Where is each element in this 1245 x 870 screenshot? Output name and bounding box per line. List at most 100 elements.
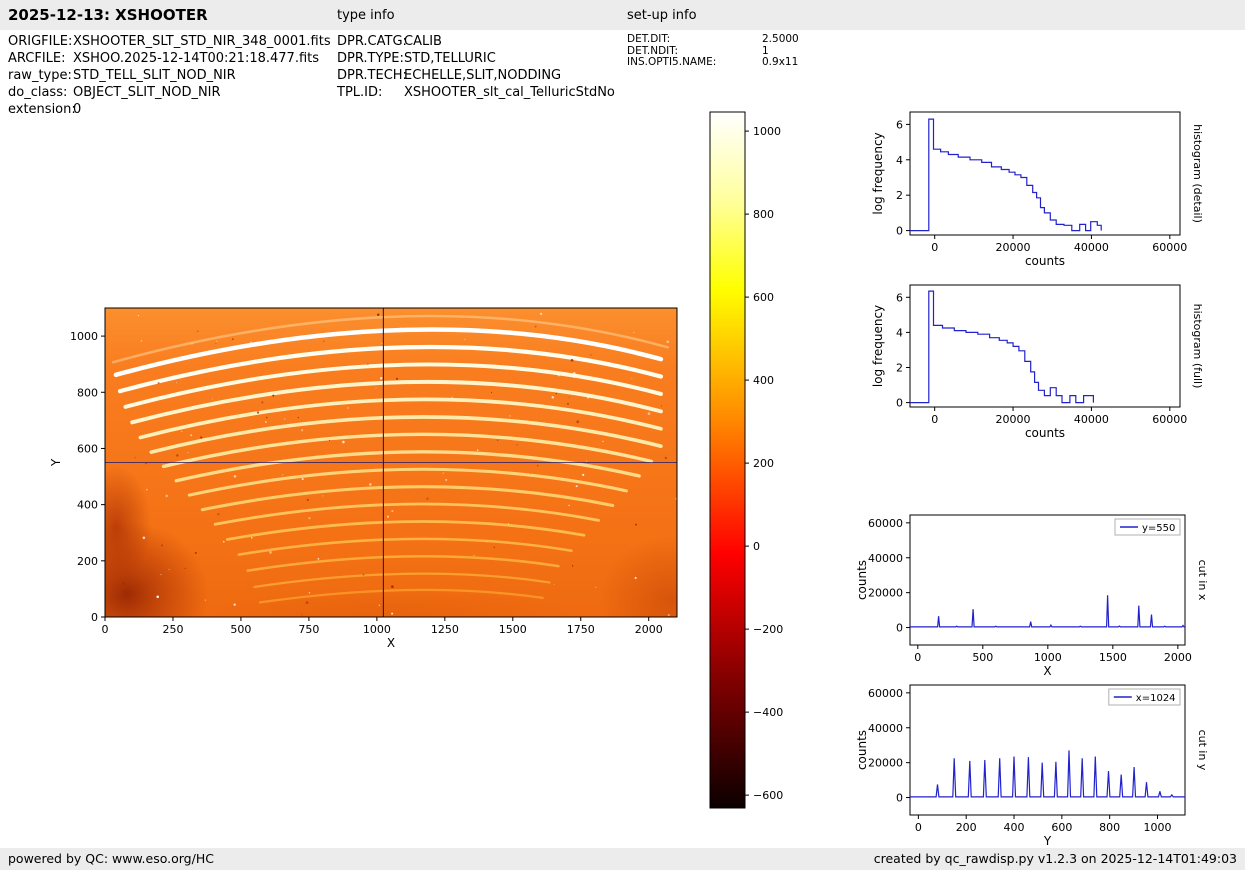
field-label: extension:: [8, 102, 76, 117]
svg-text:200: 200: [956, 821, 977, 834]
footer-right-text: created by qc_rawdisp.py v1.2.3 on 2025-…: [873, 851, 1237, 866]
svg-text:1000: 1000: [363, 623, 391, 636]
svg-text:500: 500: [230, 623, 251, 636]
svg-text:0: 0: [896, 225, 903, 238]
svg-text:y=550: y=550: [1142, 523, 1175, 534]
type-info-heading: type info: [337, 8, 395, 23]
field-value: 0: [73, 102, 82, 117]
svg-text:1250: 1250: [431, 623, 459, 636]
svg-text:1000: 1000: [1144, 821, 1172, 834]
svg-text:0: 0: [915, 821, 922, 834]
svg-text:0: 0: [896, 622, 903, 635]
svg-text:250: 250: [162, 623, 183, 636]
footer-left-text: powered by QC: www.eso.org/HC: [8, 851, 214, 866]
field-label: DPR.CATG:: [337, 34, 407, 49]
setup-info-row: DET.DIT: 2.5000: [627, 33, 799, 46]
cut-in-x-plot: 0 500 1000 1500 2000 0 20000 40000 60000 Xcounts c…: [855, 514, 1209, 678]
svg-text:0: 0: [91, 611, 98, 624]
field-value: XSHOOTER_slt_cal_TelluricStdNo: [404, 85, 615, 100]
svg-text:Y: Y: [49, 458, 63, 467]
svg-text:0: 0: [931, 241, 938, 254]
header-bar: 2025-12-13: XSHOOTER type info set-up in…: [0, 0, 1245, 30]
svg-text:500: 500: [972, 651, 993, 664]
svg-text:400: 400: [77, 499, 98, 512]
colorbar: 1000 800 600 400 200 0 −200 −400 −600: [709, 111, 783, 809]
svg-text:2: 2: [896, 362, 903, 375]
svg-text:counts: counts: [1025, 426, 1065, 440]
svg-text:x=1024: x=1024: [1136, 693, 1176, 704]
type-info-row: DPR.TECH:ECHELLE,SLIT,NODDING: [337, 67, 615, 84]
svg-text:800: 800: [1099, 821, 1120, 834]
field-value: OBJECT_SLIT_NOD_NIR: [73, 85, 221, 100]
svg-text:2000: 2000: [1164, 651, 1192, 664]
histogram-detail-plot: 0 20000 40000 60000 0 2 4 6 counts log frequency h…: [871, 111, 1204, 268]
field-label: ARCFILE:: [8, 51, 66, 66]
type-info-row: DPR.TYPE:STD,TELLURIC: [337, 50, 615, 67]
field-label: DPR.TYPE:: [337, 51, 404, 66]
file-info-block: ORIGFILE:XSHOOTER_SLT_STD_NIR_348_0001.f…: [8, 33, 331, 118]
raw-image-plot: 0 250 500 750 1000 1250 1500 1750 2000 0 200 400 600…: [49, 307, 678, 650]
svg-text:20000: 20000: [996, 241, 1031, 254]
svg-text:counts: counts: [855, 560, 869, 600]
field-value: 2.5000: [762, 33, 799, 45]
file-info-row: ORIGFILE:XSHOOTER_SLT_STD_NIR_348_0001.f…: [8, 33, 331, 50]
svg-text:400: 400: [1004, 821, 1025, 834]
file-info-row: extension:0: [8, 101, 331, 118]
field-value: 0.9x11: [762, 56, 799, 68]
page-title: 2025-12-13: XSHOOTER: [8, 6, 208, 24]
svg-text:−200: −200: [753, 623, 783, 636]
svg-text:0: 0: [753, 540, 760, 553]
svg-text:20000: 20000: [996, 413, 1031, 426]
field-value: XSHOO.2025-12-14T00:21:18.477.fits: [73, 51, 320, 66]
field-value: 1: [762, 44, 769, 57]
svg-text:1750: 1750: [567, 623, 595, 636]
field-value: CALIB: [404, 34, 442, 49]
field-value: ECHELLE,SLIT,NODDING: [404, 68, 562, 83]
svg-text:600: 600: [1051, 821, 1072, 834]
setup-info-row: INS.OPTI5.NAME: 0.9x11: [627, 56, 799, 69]
svg-text:−400: −400: [753, 706, 783, 719]
histogram-full-plot: 0 20000 40000 60000 0 2 4 6 counts log frequency h…: [871, 284, 1204, 440]
svg-text:60000: 60000: [868, 517, 903, 530]
svg-text:6: 6: [896, 118, 903, 131]
svg-text:200: 200: [77, 555, 98, 568]
svg-text:600: 600: [77, 442, 98, 455]
svg-text:800: 800: [753, 208, 774, 221]
svg-text:4: 4: [896, 326, 903, 339]
file-info-row: do_class: OBJECT_SLIT_NOD_NIR: [8, 84, 331, 101]
svg-text:20000: 20000: [868, 587, 903, 600]
file-info-row: raw_type:STD_TELL_SLIT_NOD_NIR: [8, 67, 331, 84]
svg-text:−600: −600: [753, 789, 783, 802]
svg-text:1000: 1000: [753, 125, 781, 138]
svg-text:0: 0: [896, 397, 903, 410]
svg-text:60000: 60000: [1152, 413, 1187, 426]
type-info-row: TPL.ID: XSHOOTER_slt_cal_TelluricStdNo: [337, 84, 615, 101]
svg-text:X: X: [387, 636, 395, 650]
svg-text:Y: Y: [1043, 834, 1052, 848]
field-label: INS.OPTI5.NAME:: [627, 56, 717, 68]
svg-text:600: 600: [753, 291, 774, 304]
svg-text:2000: 2000: [635, 623, 663, 636]
field-label: DPR.TECH:: [337, 68, 407, 83]
svg-text:40000: 40000: [1074, 241, 1109, 254]
setup-info-heading: set-up info: [627, 8, 697, 23]
field-label: ORIGFILE:: [8, 34, 73, 49]
svg-text:cut in y: cut in y: [1196, 730, 1209, 771]
svg-text:1500: 1500: [499, 623, 527, 636]
svg-text:200: 200: [753, 457, 774, 470]
svg-text:1000: 1000: [70, 330, 98, 343]
field-label: do_class:: [8, 85, 68, 100]
field-value: STD,TELLURIC: [404, 51, 496, 66]
field-label: TPL.ID:: [337, 85, 383, 100]
svg-text:histogram (full): histogram (full): [1191, 304, 1204, 389]
svg-text:4: 4: [896, 154, 903, 167]
footer-bar: powered by QC: www.eso.org/HC created by…: [0, 848, 1245, 870]
svg-text:counts: counts: [855, 730, 869, 770]
svg-text:40000: 40000: [1074, 413, 1109, 426]
svg-text:1500: 1500: [1099, 651, 1127, 664]
svg-text:750: 750: [298, 623, 319, 636]
type-info-row: DPR.CATG:CALIB: [337, 33, 615, 50]
file-info-row: ARCFILE: XSHOO.2025-12-14T00:21:18.477.fi…: [8, 50, 331, 67]
cut-in-y-plot: 0 200 400 600 800 1000 0 20000 40000 60000 Ycounts…: [855, 684, 1209, 848]
svg-text:20000: 20000: [868, 757, 903, 770]
